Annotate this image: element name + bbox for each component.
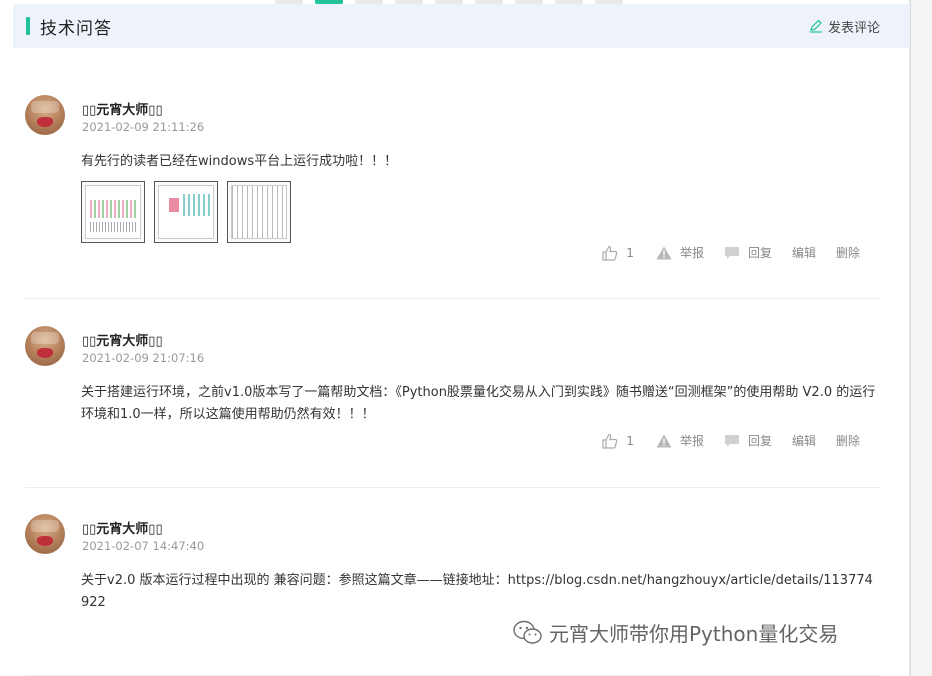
warning-icon	[656, 246, 672, 259]
reply-label: 回复	[747, 246, 772, 260]
section-header: 技术问答 发表评论	[13, 4, 910, 48]
reply-button[interactable]: 回复	[724, 432, 772, 449]
comment-username[interactable]: ▯▯元宵大师▯▯	[82, 518, 163, 537]
edit-label: 编辑	[791, 434, 816, 448]
comment-actions: 1 举报 回复 编辑 删除	[602, 432, 860, 449]
edit-label: 编辑	[791, 246, 816, 260]
section-title: 技术问答	[40, 18, 112, 39]
reply-button[interactable]: 回复	[724, 244, 772, 261]
post-comment-button[interactable]: 发表评论	[809, 17, 880, 36]
comment-time: 2021-02-09 21:07:16	[82, 351, 205, 365]
screenshot-thumbnail[interactable]	[227, 181, 291, 243]
wechat-icon	[513, 620, 542, 644]
report-button[interactable]: 举报	[656, 432, 704, 449]
comment-time: 2021-02-09 21:11:26	[82, 120, 205, 134]
header-accent-bar	[26, 17, 30, 35]
divider	[25, 487, 880, 488]
like-count: 1	[626, 245, 634, 260]
delete-label: 删除	[835, 434, 860, 448]
like-count: 1	[626, 433, 634, 448]
chat-bubble-icon	[724, 246, 739, 259]
edit-button[interactable]: 编辑	[792, 244, 816, 261]
comment-username[interactable]: ▯▯元宵大师▯▯	[82, 99, 163, 118]
comment-images	[81, 181, 291, 243]
screenshot-thumbnail[interactable]	[81, 181, 145, 243]
comment-text: 有先行的读者已经在windows平台上运行成功啦！！！	[81, 154, 398, 169]
reply-label: 回复	[747, 434, 772, 448]
screenshot-thumbnail[interactable]	[154, 181, 218, 243]
edit-button[interactable]: 编辑	[792, 432, 816, 449]
comment-username[interactable]: ▯▯元宵大师▯▯	[82, 330, 163, 349]
avatar[interactable]	[25, 326, 65, 366]
report-button[interactable]: 举报	[656, 244, 704, 261]
report-label: 举报	[679, 434, 704, 448]
chat-bubble-icon	[724, 434, 739, 447]
report-label: 举报	[679, 246, 704, 260]
avatar[interactable]	[25, 514, 65, 554]
comment-time: 2021-02-07 14:47:40	[82, 539, 205, 553]
post-comment-label: 发表评论	[827, 20, 880, 36]
thumbs-up-icon	[602, 245, 618, 261]
watermark-text: 元宵大师带你用Python量化交易	[549, 622, 839, 646]
delete-button[interactable]: 删除	[836, 432, 860, 449]
warning-icon	[656, 434, 672, 447]
comment-text: 关于v2.0 版本运行过程中出现的 兼容问题：参照这篇文章——链接地址：http…	[81, 573, 873, 610]
right-scroll-edge	[909, 0, 932, 676]
avatar[interactable]	[25, 95, 65, 135]
comment-text: 关于搭建运行环境，之前v1.0版本写了一篇帮助文档：《Python股票量化交易从…	[81, 385, 876, 422]
comment-item: ▯▯元宵大师▯▯ 2021-02-09 21:11:26 有先行的读者已经在wi…	[25, 95, 880, 275]
delete-button[interactable]: 删除	[836, 244, 860, 261]
divider	[25, 298, 880, 299]
wechat-watermark: 元宵大师带你用Python量化交易	[513, 618, 838, 647]
comment-item: ▯▯元宵大师▯▯ 2021-02-07 14:47:40 关于v2.0 版本运行…	[25, 514, 880, 634]
pen-icon	[809, 19, 822, 33]
comment-actions: 1 举报 回复 编辑 删除	[602, 244, 860, 261]
thumbs-up-icon	[602, 433, 618, 449]
like-button[interactable]: 1	[602, 433, 634, 449]
like-button[interactable]: 1	[602, 245, 634, 261]
comment-item: ▯▯元宵大师▯▯ 2021-02-09 21:07:16 关于搭建运行环境，之前…	[25, 326, 880, 466]
delete-label: 删除	[835, 246, 860, 260]
